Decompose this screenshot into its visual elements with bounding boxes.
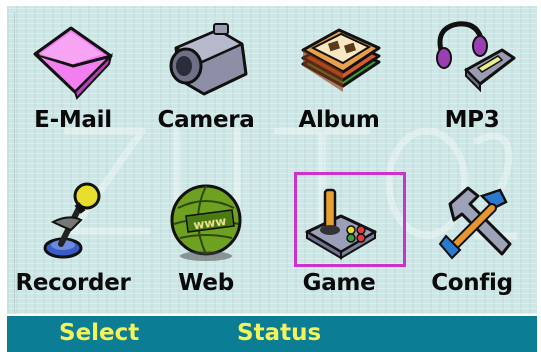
menu-item-label: Web [178, 270, 234, 296]
menu-item-label: MP3 [444, 107, 500, 133]
selection-highlight [294, 172, 406, 267]
menu-item-email[interactable]: E-Mail [7, 6, 139, 156]
menu-item-label: Recorder [15, 270, 131, 296]
menu-item-mp3[interactable]: MP3 [406, 6, 537, 156]
mp3-player-icon [436, 21, 516, 93]
divider [14, 12, 15, 314]
globe-icon: www [170, 184, 242, 261]
phone-screen: E-Mail Camera Album MP3 Recorder www Web… [0, 0, 541, 352]
menu-item-web[interactable]: www Web [140, 160, 272, 310]
menu-item-label: Config [431, 270, 513, 296]
menu-item-label: E-Mail [34, 107, 112, 133]
menu-item-label: Game [302, 270, 376, 296]
menu-item-label: Album [298, 107, 380, 133]
menu-item-label: Camera [157, 107, 255, 133]
menu-item-album[interactable]: Album [273, 6, 405, 156]
tools-icon [438, 186, 512, 260]
photo-album-icon [301, 28, 381, 92]
microphone-icon [43, 182, 101, 259]
menu-item-config[interactable]: Config [406, 160, 537, 310]
envelope-icon [33, 26, 113, 100]
menu-item-recorder[interactable]: Recorder [7, 160, 139, 310]
softkey-status[interactable]: Status [237, 320, 321, 346]
softkey-bar: Select Status [7, 316, 537, 352]
camera-icon [169, 23, 248, 96]
menu-grid: E-Mail Camera Album MP3 Recorder www Web… [7, 6, 537, 314]
softkey-select[interactable]: Select [59, 320, 139, 346]
menu-item-camera[interactable]: Camera [140, 6, 272, 156]
